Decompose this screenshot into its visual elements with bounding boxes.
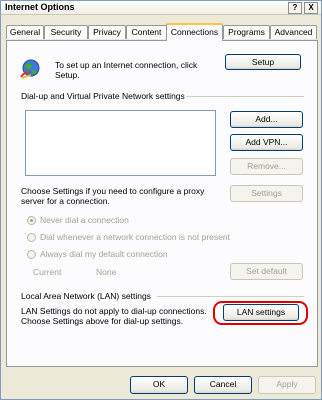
window-title: Internet Options [5,2,75,12]
radio-never-dial-label: Never dial a connection [40,215,129,225]
close-button[interactable]: X [304,2,318,14]
internet-options-window: Internet Options ? X General Security Pr… [0,0,322,400]
set-default-button[interactable]: Set default [230,263,303,280]
lan-settings-highlight-circle [213,301,308,325]
radio-dial-whenever[interactable] [27,233,36,242]
lan-text-line2: Choose Settings above for dial-up settin… [21,316,184,326]
current-value: None [96,267,117,277]
choose-settings-line2: server for a connection. [21,196,110,206]
tab-general[interactable]: General [6,25,44,39]
help-button[interactable]: ? [288,2,302,14]
lan-text-line1: LAN Settings do not apply to dial-up con… [21,306,207,316]
radio-dial-whenever-label: Dial whenever a network connection is no… [40,232,230,242]
apply-button[interactable]: Apply [258,376,316,394]
current-label: Current [33,267,62,277]
globe-connection-icon [20,59,40,79]
lan-divider [157,296,304,297]
add-vpn-button[interactable]: Add VPN... [230,134,303,151]
remove-button[interactable]: Remove... [230,158,303,175]
cancel-button[interactable]: Cancel [194,376,252,394]
dialup-heading: Dial-up and Virtual Private Network sett… [21,91,185,101]
connections-listbox[interactable] [25,110,216,176]
tab-programs[interactable]: Programs [223,25,270,39]
tab-advanced[interactable]: Advanced [270,25,317,39]
dialup-divider [186,96,304,97]
setup-text-line1: To set up an Internet connection, click [55,60,198,70]
add-button[interactable]: Add... [230,111,303,128]
title-bar: Internet Options ? X [1,1,321,15]
ok-button[interactable]: OK [130,376,188,394]
tab-strip: General Security Privacy Content Connect… [6,23,318,41]
radio-always-dial[interactable] [27,250,36,259]
tab-connections[interactable]: Connections [166,23,223,41]
lan-heading: Local Area Network (LAN) settings [21,291,151,301]
tab-security[interactable]: Security [44,25,88,39]
choose-settings-line1: Choose Settings if you need to configure… [21,186,205,196]
radio-never-dial[interactable] [27,216,36,225]
tab-privacy[interactable]: Privacy [88,25,126,39]
settings-button[interactable]: Settings [230,185,303,202]
radio-always-dial-label: Always dial my default connection [40,249,168,259]
tab-content[interactable]: Content [126,25,167,39]
setup-button[interactable]: Setup [225,54,301,70]
setup-text-line2: Setup. [55,70,80,80]
